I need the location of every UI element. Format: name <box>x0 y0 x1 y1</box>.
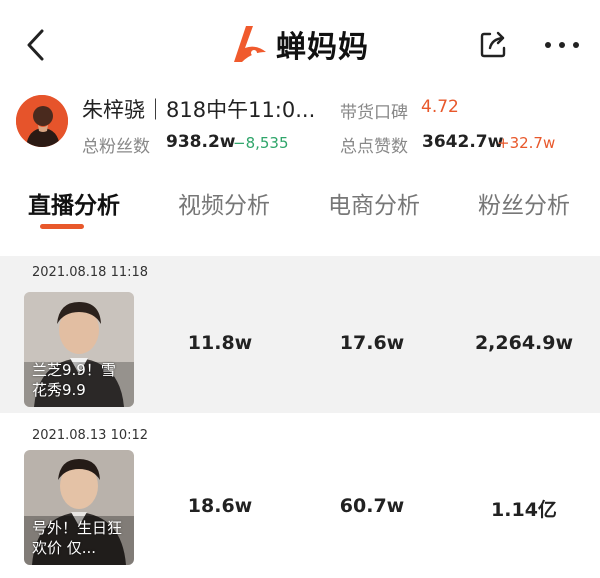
likes-change: +32.7w <box>497 134 556 152</box>
more-button[interactable] <box>545 38 579 52</box>
back-button[interactable] <box>22 28 52 62</box>
more-dot-icon <box>559 42 565 48</box>
app-name: 蝉妈妈 <box>276 30 369 65</box>
analysis-tabs: 直播分析 视频分析 电商分析 粉丝分析 <box>0 158 600 258</box>
metric-1: 11.8w <box>187 332 253 354</box>
metric-2: 17.6w <box>339 332 405 354</box>
metric-3: 1.14亿 <box>491 499 557 521</box>
live-thumbnail[interactable]: 号外！生日狂欢价 仅... <box>24 450 134 565</box>
live-thumbnail[interactable]: 兰芝9.9！雪花秀9.9 <box>24 292 134 407</box>
fans-value: 938.2w <box>166 132 236 152</box>
rating-label: 带货口碑 <box>340 103 408 123</box>
cicada-logo-icon <box>234 26 266 62</box>
list-item[interactable]: 2021.08.18 11:18 兰芝9.9！雪花秀9.9 11.8w 17.6… <box>0 256 600 413</box>
chevron-left-icon <box>27 29 44 61</box>
fans-label: 总粉丝数 <box>82 137 150 157</box>
rating-value: 4.72 <box>421 97 459 117</box>
influencer-name[interactable]: 朱梓骁｜818中午11:0... <box>82 94 332 124</box>
avatar[interactable] <box>16 95 68 147</box>
live-date: 2021.08.13 10:12 <box>32 428 149 443</box>
more-dot-icon <box>573 42 579 48</box>
tab-fans-analysis[interactable]: 粉丝分析 <box>478 186 570 220</box>
live-title: 兰芝9.9！雪花秀9.9 <box>32 361 116 399</box>
tab-live-analysis[interactable]: 直播分析 <box>28 186 120 220</box>
tab-video-analysis[interactable]: 视频分析 <box>178 186 270 220</box>
more-dot-icon <box>545 42 551 48</box>
avatar-portrait-icon <box>16 95 68 147</box>
share-icon <box>480 31 506 58</box>
likes-value: 3642.7w <box>422 132 504 152</box>
metric-1: 18.6w <box>187 495 253 517</box>
active-tab-indicator <box>40 224 84 229</box>
tab-ecommerce-analysis[interactable]: 电商分析 <box>328 186 420 220</box>
metric-2: 60.7w <box>339 495 405 517</box>
app-logo: 蝉妈妈 <box>226 22 369 66</box>
live-session-list: 2021.08.18 11:18 兰芝9.9！雪花秀9.9 11.8w 17.6… <box>0 256 600 578</box>
live-title: 号外！生日狂欢价 仅... <box>32 519 123 557</box>
influencer-profile: 朱梓骁｜818中午11:0... 带货口碑 4.72 总粉丝数 938.2w −… <box>0 88 600 158</box>
metric-3: 2,264.9w <box>474 332 574 354</box>
fans-change: −8,535 <box>233 134 289 152</box>
list-item[interactable]: 2021.08.13 10:12 号外！生日狂欢价 仅... 18.6w 60.… <box>0 419 600 576</box>
likes-label: 总点赞数 <box>340 137 408 157</box>
app-header: 蝉妈妈 <box>0 0 600 88</box>
live-date: 2021.08.18 11:18 <box>32 265 149 280</box>
share-button[interactable] <box>478 30 508 60</box>
